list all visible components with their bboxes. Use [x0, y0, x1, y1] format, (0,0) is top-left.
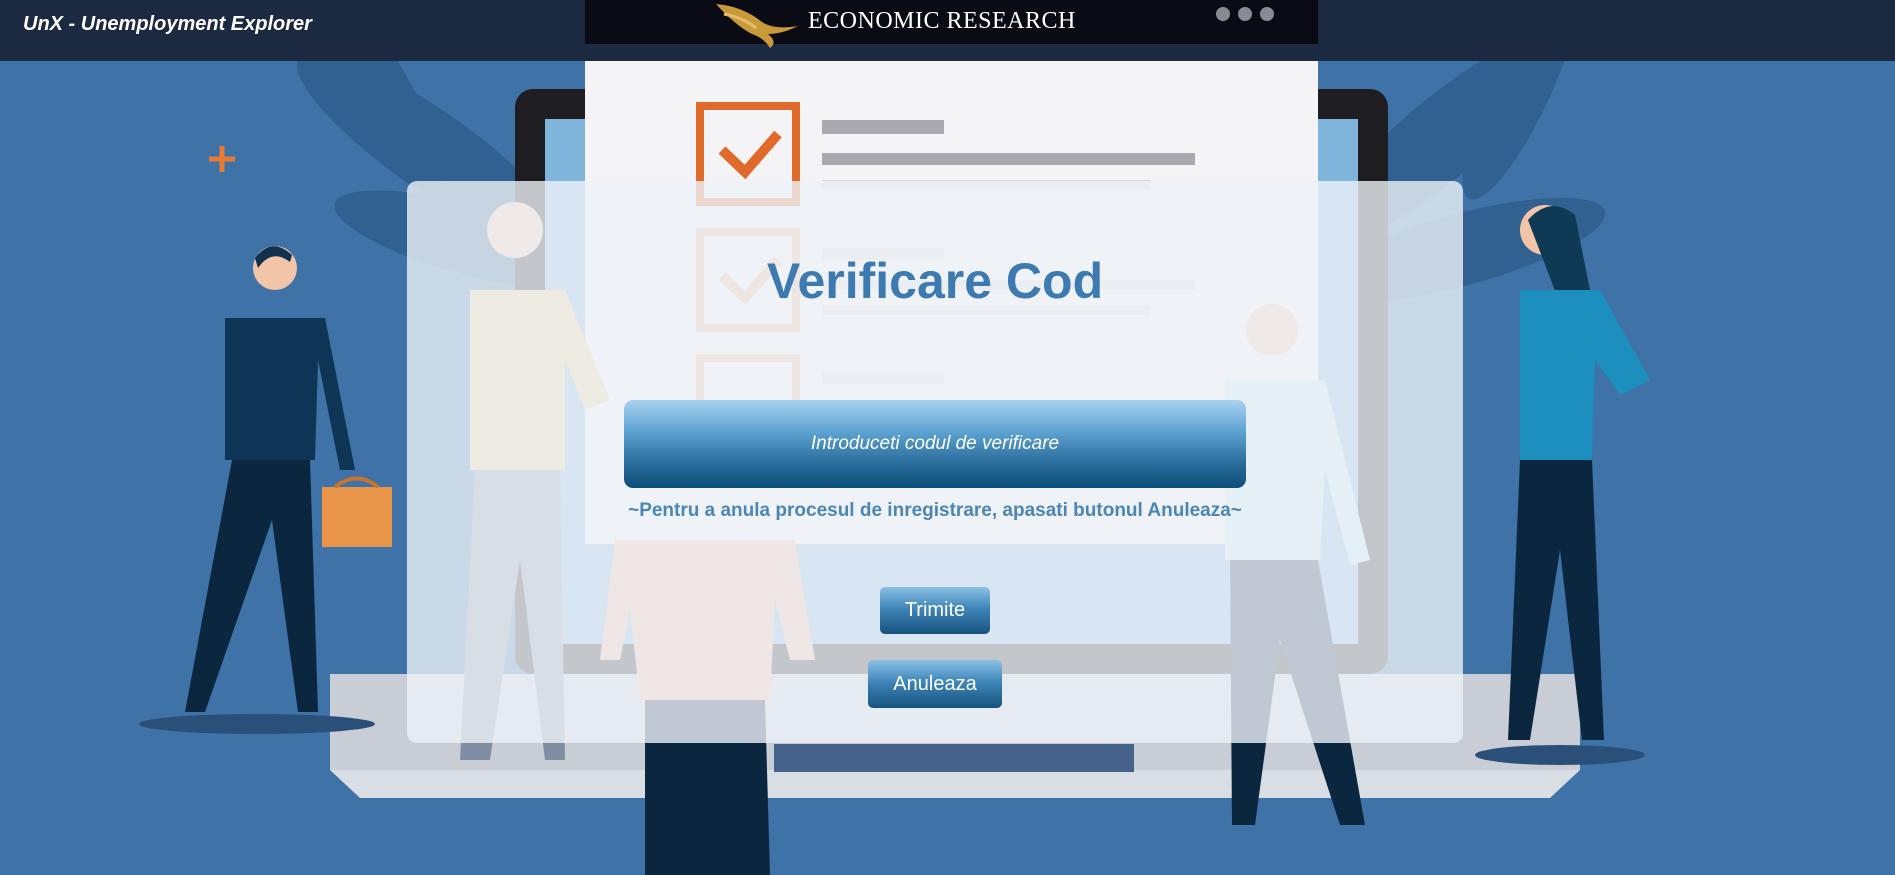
submit-button[interactable]: Trimite	[880, 587, 990, 634]
app-title: UnX - Unemployment Explorer	[23, 13, 312, 35]
window-dot-icon	[1216, 7, 1230, 21]
window-dot-icon	[1238, 7, 1252, 21]
eagle-logo-icon	[716, 4, 798, 48]
verification-code-input[interactable]	[624, 400, 1246, 488]
cancel-button[interactable]: Anuleaza	[868, 660, 1002, 708]
window-dots	[1216, 7, 1274, 21]
brand-name: ECONOMIC RESEARCH	[808, 8, 1076, 34]
cancel-hint: ~Pentru a anula procesul de inregistrare…	[628, 500, 1242, 521]
page-title: Verificare Cod	[766, 253, 1104, 309]
window-dot-icon	[1260, 7, 1274, 21]
